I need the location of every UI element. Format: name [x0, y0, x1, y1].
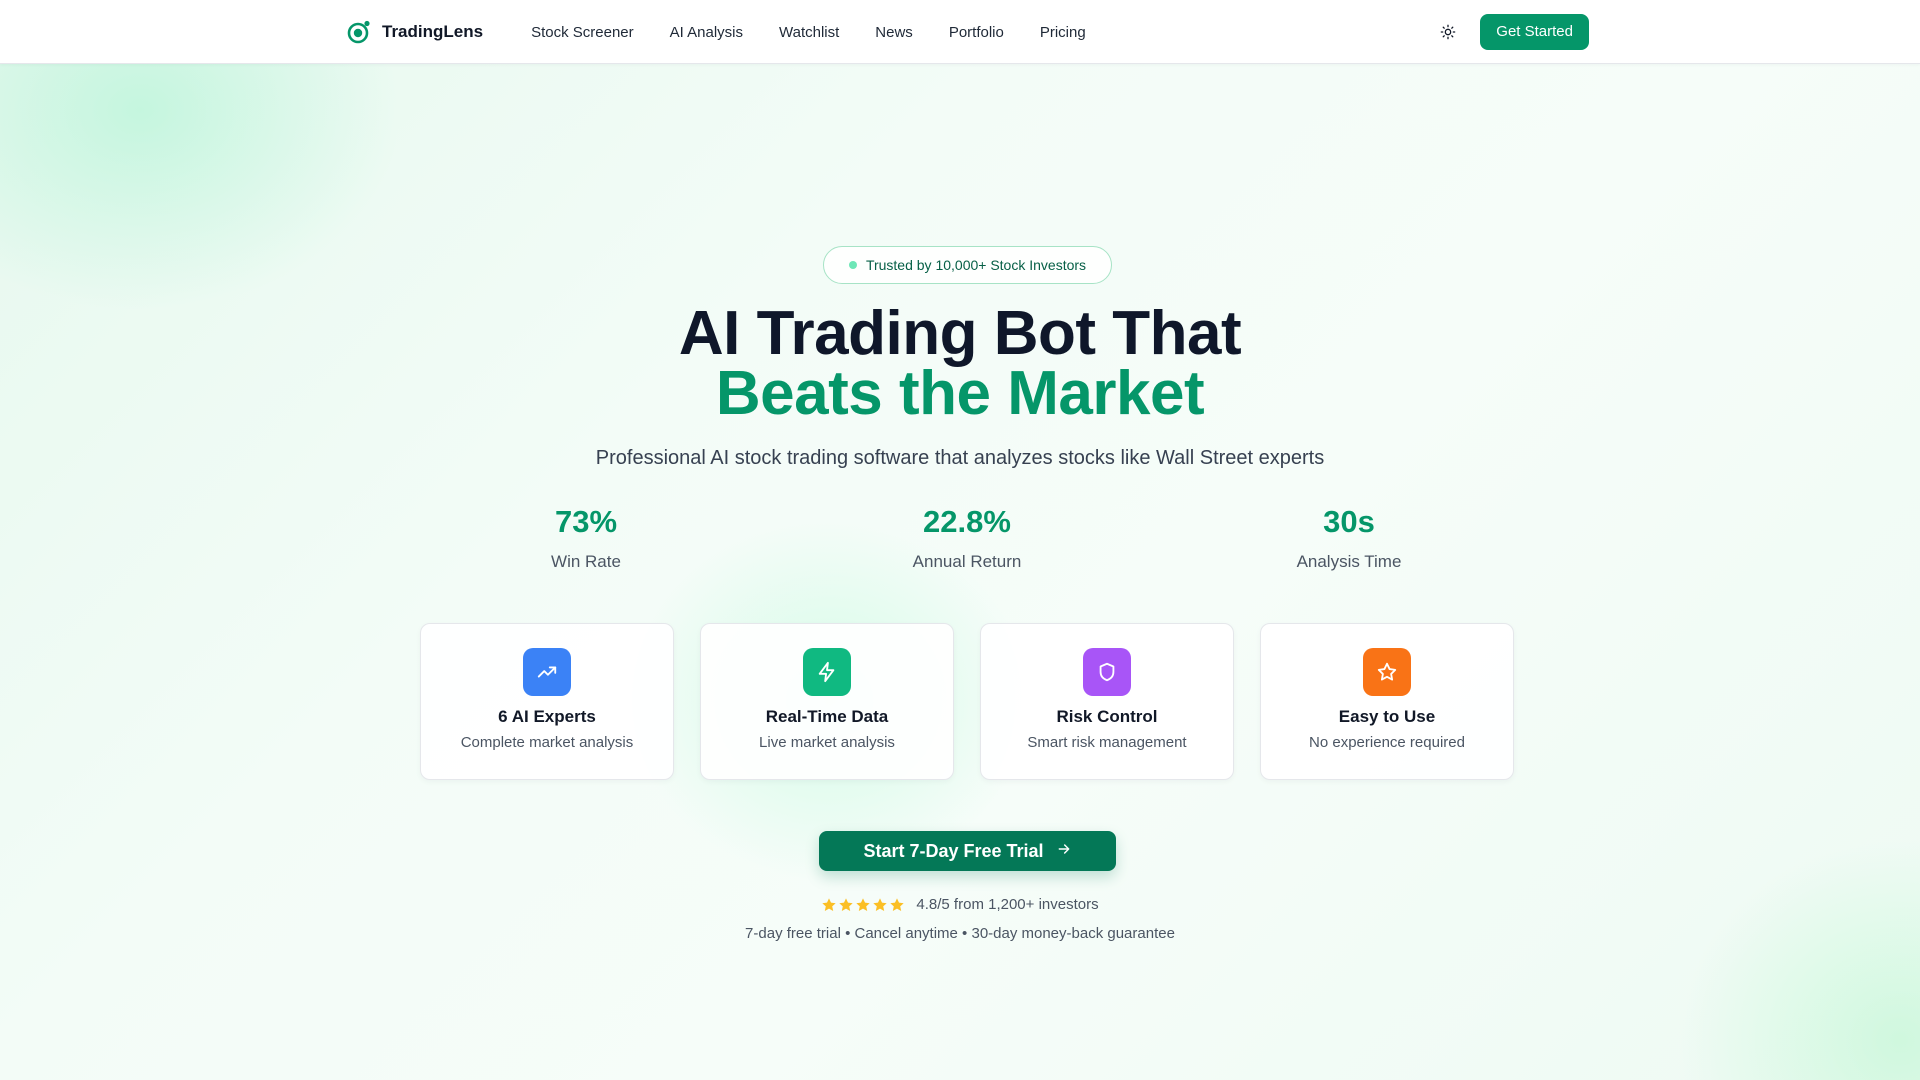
brand-name: TradingLens — [382, 22, 484, 41]
nav-link-ai-analysis[interactable]: AI Analysis — [670, 24, 743, 41]
feature-card-real-time-data: Real-Time Data Live market analysis — [700, 623, 954, 780]
feature-title: Easy to Use — [1338, 707, 1436, 726]
stat-label: Analysis Time — [1296, 552, 1402, 571]
stat-win-rate: 73% Win Rate — [466, 504, 706, 572]
feature-title: Real-Time Data — [765, 707, 889, 726]
badge-text: Trusted by 10,000+ Stock Investors — [865, 257, 1087, 273]
stat-value: 73% — [554, 504, 618, 539]
stat-analysis-time: 30s Analysis Time — [1229, 504, 1469, 572]
headline-line-2: Beats the Market — [715, 359, 1205, 428]
stat-annual-return: 22.8% Annual Return — [847, 504, 1087, 572]
sun-icon[interactable] — [1438, 22, 1458, 42]
stat-label: Win Rate — [551, 552, 621, 571]
feature-title: Risk Control — [1056, 707, 1158, 726]
star-icon — [1363, 648, 1411, 696]
stat-value: 30s — [1323, 504, 1375, 539]
trust-badge: Trusted by 10,000+ Stock Investors — [823, 246, 1112, 284]
star-filled-icon — [890, 897, 905, 911]
brand[interactable]: TradingLens — [346, 19, 483, 45]
guarantee-text: 7-day free trial • Cancel anytime • 30-d… — [745, 925, 1175, 942]
nav-link-watchlist[interactable]: Watchlist — [779, 24, 839, 41]
feature-card-risk-control: Risk Control Smart risk management — [980, 623, 1234, 780]
nav-link-pricing[interactable]: Pricing — [1040, 24, 1086, 41]
hero-headline: AI Trading Bot That Beats the Market — [0, 299, 1920, 428]
feature-desc: Complete market analysis — [460, 734, 634, 751]
nav-right: Get Started — [1438, 14, 1589, 50]
nav-link-portfolio[interactable]: Portfolio — [949, 24, 1004, 41]
feature-title: 6 AI Experts — [498, 707, 596, 726]
star-filled-icon — [839, 897, 854, 911]
star-filled-icon — [873, 897, 888, 911]
hero-subheadline: Professional AI stock trading software t… — [595, 447, 1325, 469]
navbar-inner: TradingLens Stock Screener AI Analysis W… — [346, 0, 1589, 64]
badge-dot-icon — [848, 261, 857, 269]
arrow-right-icon — [1056, 841, 1072, 862]
cta-label: Start 7-Day Free Trial — [863, 840, 1044, 861]
feature-desc: Smart risk management — [1027, 734, 1187, 751]
shield-icon — [1083, 648, 1131, 696]
logo-icon — [346, 19, 372, 45]
feature-cards: 6 AI Experts Complete market analysis Re… — [420, 623, 1514, 780]
feature-card-easy-to-use: Easy to Use No experience required — [1260, 623, 1514, 780]
feature-card-ai-experts: 6 AI Experts Complete market analysis — [420, 623, 674, 780]
nav-links: Stock Screener AI Analysis Watchlist New… — [531, 24, 1086, 41]
feature-desc: No experience required — [1309, 734, 1465, 751]
stat-value: 22.8% — [923, 504, 1011, 539]
stat-label: Annual Return — [912, 552, 1022, 571]
star-filled-icon — [822, 897, 837, 911]
headline-line-1: AI Trading Bot That — [678, 299, 1242, 368]
nav-link-stock-screener[interactable]: Stock Screener — [531, 24, 634, 41]
start-free-trial-button[interactable]: Start 7-Day Free Trial — [819, 831, 1116, 871]
trending-up-icon — [523, 648, 571, 696]
rating-row: 4.8/5 from 1,200+ investors — [0, 896, 1920, 913]
star-filled-icon — [856, 897, 871, 911]
rating-stars — [821, 897, 905, 913]
feature-desc: Live market analysis — [759, 734, 895, 751]
navbar: TradingLens Stock Screener AI Analysis W… — [0, 0, 1920, 64]
get-started-button[interactable]: Get Started — [1480, 14, 1589, 50]
nav-link-news[interactable]: News — [875, 24, 913, 41]
rating-text: 4.8/5 from 1,200+ investors — [916, 896, 1099, 913]
lightning-icon — [803, 648, 851, 696]
